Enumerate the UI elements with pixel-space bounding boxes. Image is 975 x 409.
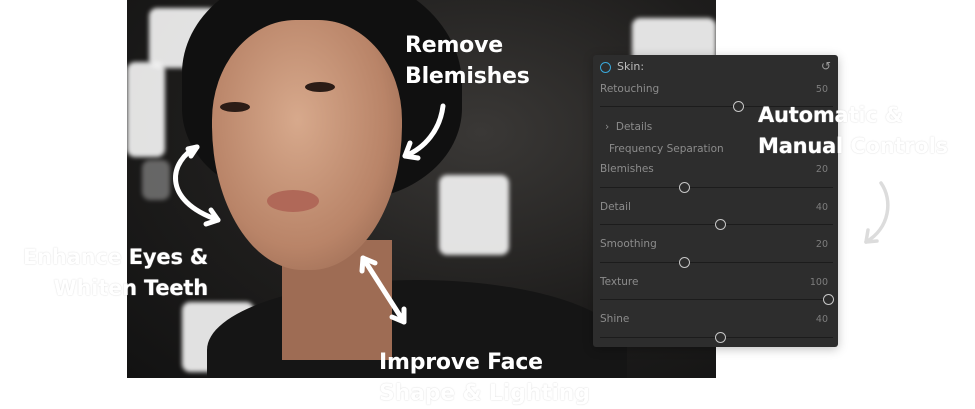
callout-line: Blemishes <box>405 64 530 89</box>
callout-improve-face: Improve Face Shape & Lighting <box>379 347 590 409</box>
curved-arrow-blemishes <box>402 103 446 159</box>
callout-line: Manual Controls <box>758 134 948 158</box>
callout-line: Improve Face <box>379 350 543 375</box>
callout-remove-blemishes: Remove Blemishes <box>405 30 530 92</box>
double-arrow-face <box>360 255 407 325</box>
callout-enhance-eyes: Enhance Eyes & Whiten Teeth <box>0 242 208 304</box>
callout-line: Enhance Eyes & <box>23 245 208 269</box>
curved-arrow-controls <box>864 181 890 244</box>
callout-line: Automatic & <box>758 103 903 127</box>
callout-line: Remove <box>405 33 503 58</box>
callout-automatic-manual-controls: Automatic & Manual Controls <box>758 100 948 162</box>
callout-line: Shape & Lighting <box>379 381 590 406</box>
callout-line: Whiten Teeth <box>53 276 209 300</box>
